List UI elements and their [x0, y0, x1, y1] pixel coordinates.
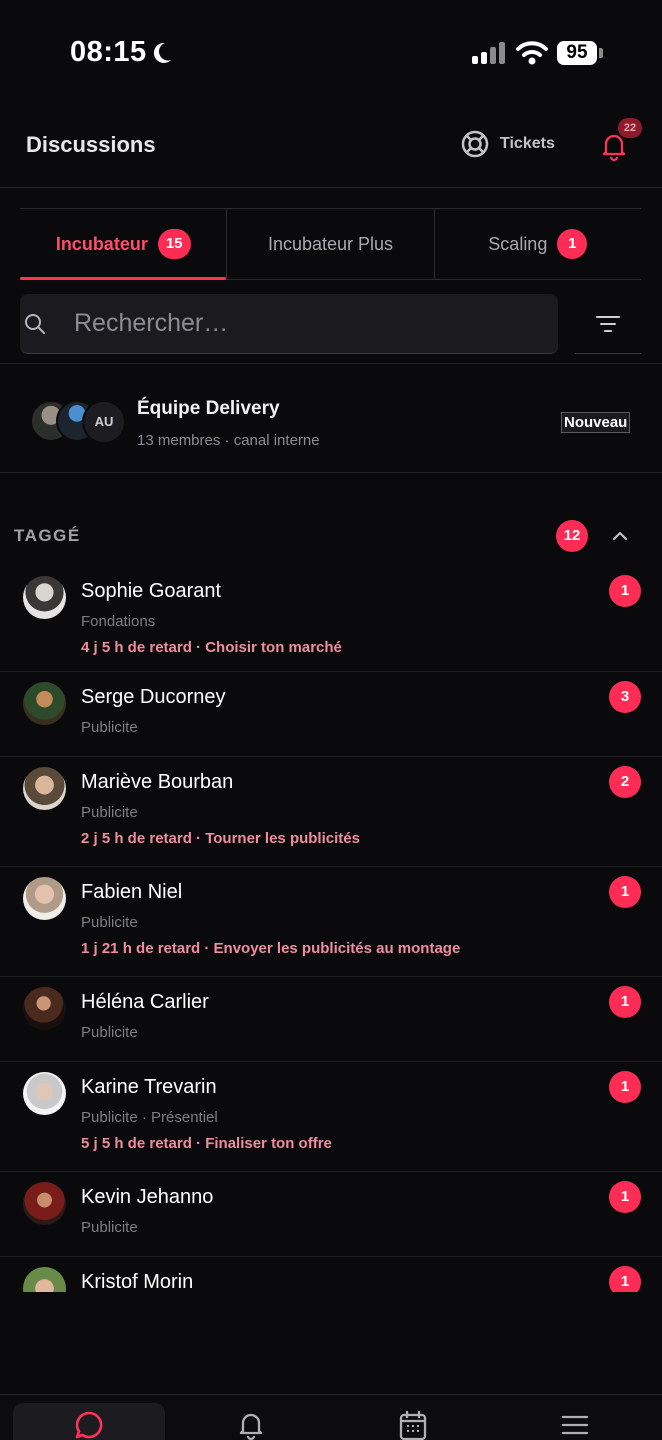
contact-program: Publicite — [81, 1024, 138, 1041]
channel-name: Équipe Delivery — [137, 398, 280, 419]
channel-avatars: AU — [30, 400, 126, 444]
calendar-icon — [399, 1411, 427, 1440]
tab-label: Incubateur — [55, 233, 148, 254]
unread-badge: 2 — [609, 766, 641, 798]
avatar — [23, 576, 66, 619]
search-bar — [20, 294, 558, 354]
late-notice: 5 j 5 h de retard · Finaliser ton offre — [81, 1135, 332, 1152]
channel-meta: 13 membres · canal interne — [137, 432, 320, 449]
section-count-badge: 12 — [556, 520, 588, 552]
contact-name: Fabien Niel — [81, 881, 183, 903]
nav-notifications[interactable] — [175, 1395, 327, 1440]
conversation-row[interactable]: Mariève Bourban Publicite 2 j 5 h de ret… — [0, 757, 662, 867]
unread-badge: 1 — [609, 575, 641, 607]
conversation-row[interactable]: Fabien Niel Publicite 1 j 21 h de retard… — [0, 867, 662, 977]
conversation-row[interactable]: Kristof Morin 1 — [0, 1257, 662, 1292]
conversation-row[interactable]: Kevin Jehanno Publicite 1 — [0, 1172, 662, 1257]
tab-bar: Incubateur 15 Incubateur Plus Scaling 1 — [20, 208, 641, 280]
wifi-icon — [516, 41, 548, 65]
avatar — [23, 767, 66, 810]
lifebuoy-icon — [461, 130, 489, 158]
contact-name: Sophie Goarant — [81, 580, 222, 602]
unread-badge: 1 — [609, 1266, 641, 1292]
page-title: Discussions — [26, 132, 156, 157]
conversation-row[interactable]: Serge Ducorney Publicite 3 — [0, 672, 662, 757]
menu-icon — [561, 1415, 589, 1435]
late-notice: 2 j 5 h de retard · Tourner les publicit… — [81, 830, 360, 847]
contact-program: Publicite — [81, 804, 138, 821]
avatar — [23, 987, 66, 1030]
battery-tip — [599, 48, 603, 58]
tab-incubateur-plus[interactable]: Incubateur Plus — [226, 209, 433, 279]
contact-name: Héléna Carlier — [81, 991, 209, 1013]
contact-name: Kristof Morin — [81, 1271, 194, 1292]
filter-button[interactable] — [575, 294, 641, 354]
avatar — [23, 1072, 66, 1115]
tickets-button[interactable]: Tickets — [460, 128, 555, 160]
tab-incubateur[interactable]: Incubateur 15 — [20, 209, 227, 280]
contact-program: Publicite · Présentiel — [81, 1109, 218, 1126]
tab-label: Scaling — [488, 233, 548, 254]
nav-menu[interactable] — [499, 1395, 651, 1440]
search-input[interactable] — [74, 309, 514, 338]
tab-scaling[interactable]: Scaling 1 — [433, 209, 641, 279]
chat-icon — [75, 1411, 103, 1439]
battery-indicator: 95 — [557, 41, 597, 65]
conversation-row[interactable]: Karine Trevarin Publicite · Présentiel 5… — [0, 1062, 662, 1172]
unread-badge: 1 — [609, 986, 641, 1018]
contact-program: Publicite — [81, 914, 138, 931]
contact-name: Kevin Jehanno — [81, 1186, 214, 1208]
search-icon — [25, 313, 45, 334]
conversation-row[interactable]: Sophie Goarant Fondations 4 j 5 h de ret… — [0, 566, 662, 672]
channel-row[interactable]: AU Équipe Delivery 13 membres · canal in… — [0, 380, 662, 473]
avatar-initials: AU — [82, 400, 126, 444]
avatar — [23, 1267, 66, 1292]
unread-badge: 1 — [609, 876, 641, 908]
moon-icon — [153, 42, 171, 63]
bell-icon — [239, 1413, 263, 1440]
tickets-label: Tickets — [500, 135, 555, 152]
filter-icon — [596, 315, 620, 332]
unread-badge: 3 — [609, 681, 641, 713]
nav-chat[interactable] — [13, 1395, 165, 1440]
unread-badge: 1 — [609, 1071, 641, 1103]
late-notice: 1 j 21 h de retard · Envoyer les publici… — [81, 940, 461, 957]
contact-program: Fondations — [81, 613, 156, 630]
notifications-badge: 22 — [618, 118, 642, 138]
status-time: 08:15 — [70, 36, 147, 68]
contact-name: Karine Trevarin — [81, 1076, 217, 1098]
tab-badge: 1 — [557, 229, 588, 259]
conversation-row[interactable]: Héléna Carlier Publicite 1 — [0, 977, 662, 1062]
app-header: Discussions Tickets — [0, 110, 662, 188]
avatar — [23, 1182, 66, 1225]
divider — [0, 363, 662, 364]
chevron-up-icon — [613, 532, 627, 540]
nav-calendar[interactable] — [337, 1395, 489, 1440]
contact-program: Publicite — [81, 719, 138, 736]
contact-name: Serge Ducorney — [81, 686, 226, 708]
avatar — [23, 877, 66, 920]
contact-program: Publicite — [81, 1219, 138, 1236]
new-badge: Nouveau — [561, 412, 631, 433]
section-title: TAGGÉ — [14, 526, 81, 545]
late-notice: 4 j 5 h de retard · Choisir ton marché — [81, 639, 342, 656]
conversation-list: Sophie Goarant Fondations 4 j 5 h de ret… — [0, 566, 662, 1292]
avatar — [23, 682, 66, 725]
contact-name: Mariève Bourban — [81, 771, 234, 793]
tab-label: Incubateur Plus — [267, 233, 394, 254]
unread-badge: 1 — [609, 1181, 641, 1213]
tab-badge: 15 — [157, 229, 191, 259]
bottom-navigation — [0, 1394, 662, 1440]
collapse-button[interactable] — [608, 524, 632, 548]
status-bar: 08:15 95 — [0, 0, 662, 100]
signal-icon — [472, 42, 505, 64]
